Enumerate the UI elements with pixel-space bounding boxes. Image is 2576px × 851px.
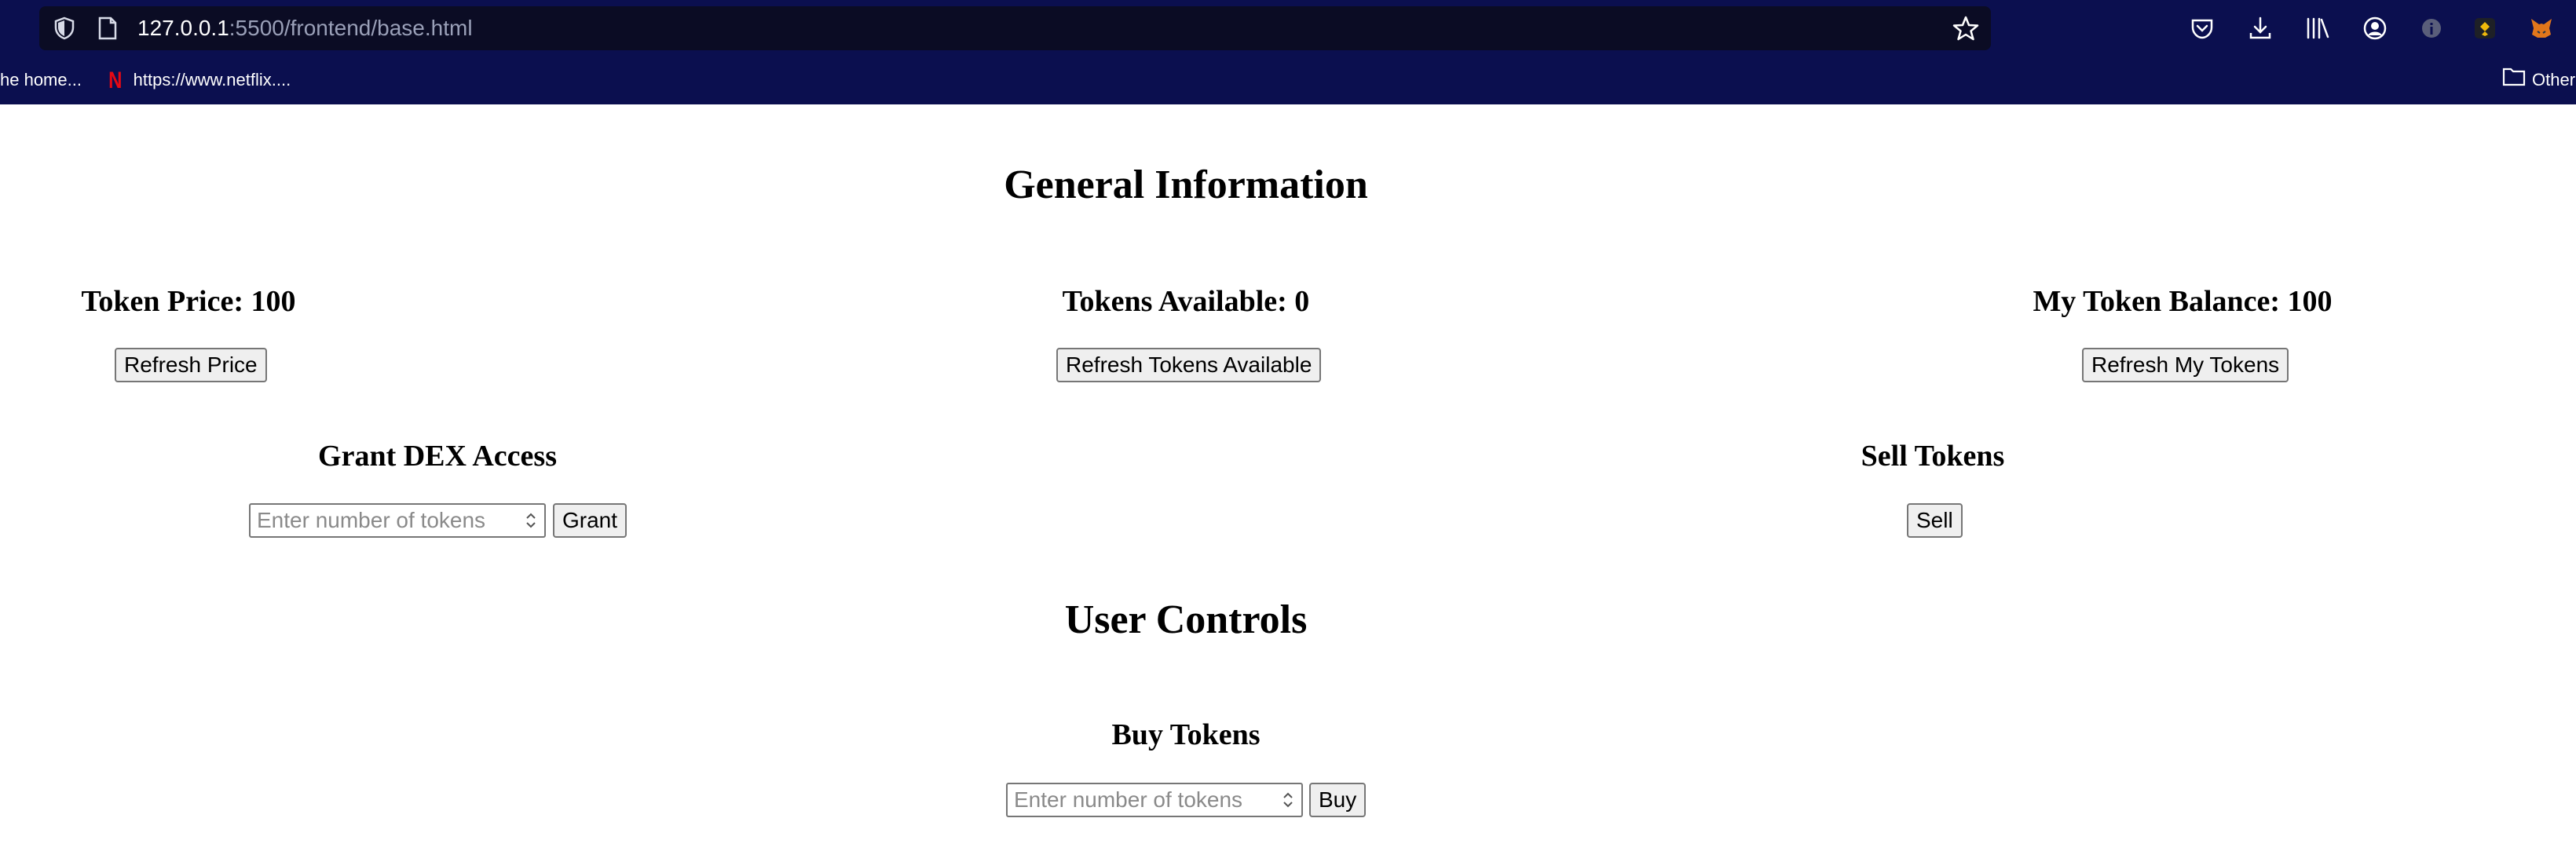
number-spinner-icon[interactable] [1279,789,1297,811]
bookmark-netflix-label: https://www.netflix.... [133,70,291,89]
user-controls-heading: User Controls [1064,597,1308,642]
buy-button[interactable]: Buy [1309,783,1367,817]
browser-chrome: 127.0.0.1:5500/frontend/base.html he hom… [0,0,2576,104]
shield-icon[interactable] [52,16,77,41]
refresh-tokens-available-button[interactable]: Refresh Tokens Available [1056,348,1322,382]
grant-tokens-input[interactable]: Enter number of tokens [249,503,546,538]
buy-tokens-placeholder: Enter number of tokens [1014,787,1243,812]
pocket-icon[interactable] [2188,14,2216,42]
token-price-heading: Token Price: 100 [81,285,296,318]
page-icon [96,16,119,41]
buy-tokens-heading: Buy Tokens [1111,718,1261,751]
refresh-price-button[interactable]: Refresh Price [115,348,267,382]
my-token-balance-heading: My Token Balance: 100 [2033,285,2333,318]
buy-tokens-input[interactable]: Enter number of tokens [1006,783,1303,817]
bookmarks-bar: he home... Nhttps://www.netflix.... Othe… [0,61,2576,99]
sell-button[interactable]: Sell [1907,503,1963,538]
bookmark-home[interactable]: he home... [0,64,82,96]
bookmark-netflix[interactable]: Nhttps://www.netflix.... [107,64,291,96]
general-information-heading: General Information [1004,163,1368,207]
download-icon[interactable] [2246,14,2274,42]
tokens-available-heading: Tokens Available: 0 [1062,285,1310,318]
grant-button[interactable]: Grant [553,503,628,538]
grant-tokens-placeholder: Enter number of tokens [257,508,486,532]
folder-icon [2502,65,2526,97]
other-bookmarks-label: Other [2532,70,2576,89]
url-bar[interactable]: 127.0.0.1:5500/frontend/base.html [39,6,1991,50]
url-path: :5500/frontend/base.html [229,16,473,40]
other-bookmarks[interactable]: Other [2502,64,2575,96]
library-icon[interactable] [2303,14,2332,42]
metamask-extension-icon[interactable] [2527,14,2556,42]
grant-dex-access-heading: Grant DEX Access [318,440,557,473]
url-host: 127.0.0.1 [137,16,229,40]
netflix-icon: N [108,68,123,94]
bookmark-star-icon[interactable] [1952,14,1980,42]
refresh-my-tokens-button[interactable]: Refresh My Tokens [2082,348,2289,382]
binance-extension-icon[interactable] [2471,14,2499,42]
account-icon[interactable] [2361,14,2389,42]
number-spinner-icon[interactable] [522,510,540,531]
url-text[interactable]: 127.0.0.1:5500/frontend/base.html [137,6,473,50]
sell-tokens-heading: Sell Tokens [1861,440,2005,473]
extension-info-icon[interactable] [2417,14,2446,42]
